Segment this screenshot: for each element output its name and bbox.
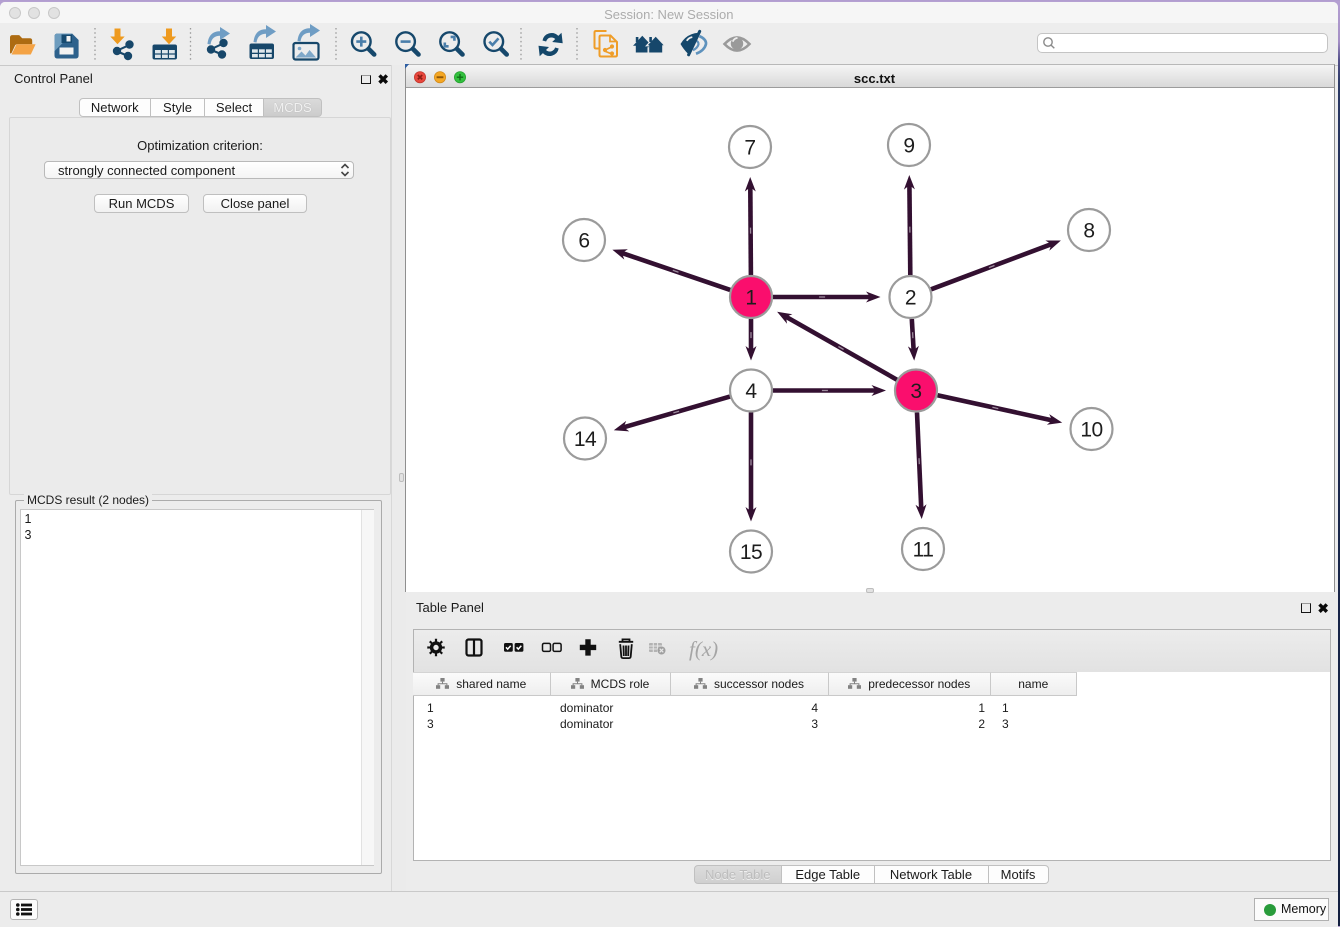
svg-text:f(x): f(x) bbox=[689, 637, 718, 661]
svg-text:6: 6 bbox=[578, 229, 589, 252]
svg-text:15: 15 bbox=[739, 541, 761, 564]
svg-text:11: 11 bbox=[912, 538, 933, 561]
svg-text:14: 14 bbox=[573, 428, 596, 451]
svg-text:9: 9 bbox=[903, 134, 914, 157]
svg-text:10: 10 bbox=[1080, 418, 1102, 441]
svg-text:1: 1 bbox=[745, 286, 756, 309]
svg-text:4: 4 bbox=[745, 380, 757, 403]
svg-text:8: 8 bbox=[1083, 219, 1094, 242]
svg-text:7: 7 bbox=[744, 136, 755, 159]
svg-text:3: 3 bbox=[910, 380, 921, 403]
svg-text:2: 2 bbox=[904, 286, 915, 309]
